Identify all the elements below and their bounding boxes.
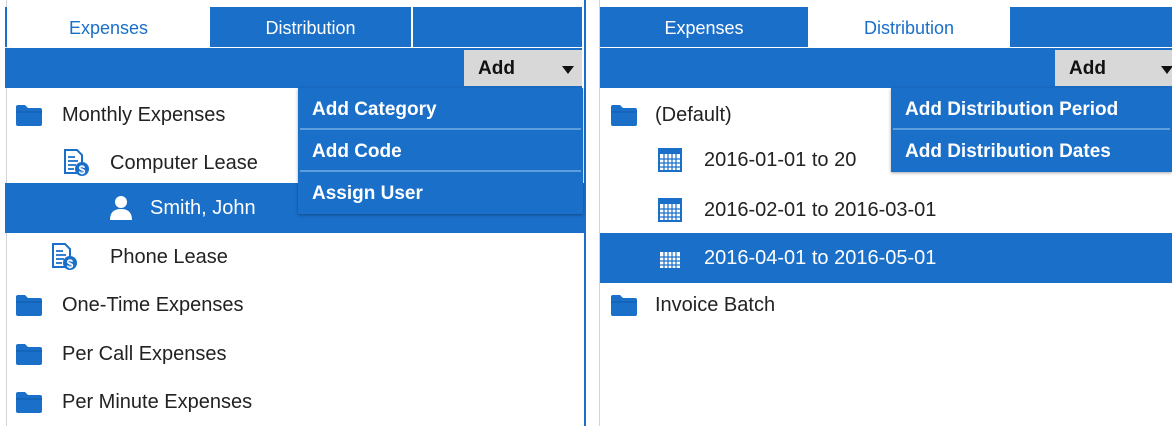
calendar-icon [658,246,682,270]
tree-item-label: (Default) [655,104,732,126]
chevron-down-icon [562,66,574,74]
tab-bar: Expenses Distribution [5,7,582,47]
add-button-label: Add [478,58,515,79]
tab-distribution[interactable]: Distribution [808,7,1010,47]
add-dropdown-button[interactable]: Add [1055,50,1172,86]
document-dollar-icon [51,243,77,271]
calendar-icon [658,198,682,222]
add-dropdown-button[interactable]: Add [464,50,582,86]
tree-item-invoice-batch[interactable]: Invoice Batch [600,280,1172,330]
tree-item-label: Per Minute Expenses [62,391,253,413]
tree-item-label: Invoice Batch [655,294,776,316]
panel-right-border [584,0,586,426]
folder-icon [610,293,638,317]
tree-item-label: 2016-04-01 to 2016-05-01 [704,247,937,269]
tree-item-label: Smith, John [150,197,256,219]
calendar-icon [658,148,682,172]
tree-item-per-minute-expenses[interactable]: Per Minute Expenses [5,377,584,426]
toolbar: Add [600,48,1172,88]
tree-item-per-call-expenses[interactable]: Per Call Expenses [5,329,584,379]
tree-item-label: Phone Lease [110,246,228,268]
tab-bar: Expenses Distribution [600,7,1172,47]
menu-item-add-distribution-dates[interactable]: Add Distribution Dates [893,132,1170,172]
chevron-down-icon [1161,66,1172,74]
folder-icon [15,293,43,317]
tab-separator [411,7,413,47]
toolbar: Add [5,48,582,88]
tree-item-one-time-expenses[interactable]: One-Time Expenses [5,280,584,330]
tab-distribution[interactable]: Distribution [210,7,411,47]
add-dropdown-menu: Add Distribution Period Add Distribution… [891,88,1172,172]
tree-item-period-2016-04[interactable]: 2016-04-01 to 2016-05-01 [600,233,1172,283]
tree-item-label: Per Call Expenses [62,343,227,365]
user-icon [109,195,133,221]
add-button-label: Add [1069,58,1106,79]
folder-icon [15,390,43,414]
tree-item-label: One-Time Expenses [62,294,244,316]
tab-expenses[interactable]: Expenses [7,7,210,47]
tree-item-label: 2016-02-01 to 2016-03-01 [704,199,937,221]
tree-item-period-2016-02[interactable]: 2016-02-01 to 2016-03-01 [600,185,1172,235]
folder-icon [15,342,43,366]
menu-item-add-code[interactable]: Add Code [300,132,581,172]
folder-icon [15,103,43,127]
tree-item-label: Computer Lease [110,152,258,174]
menu-item-assign-user[interactable]: Assign User [300,174,581,214]
tree-item-label: Monthly Expenses [62,104,226,126]
tree-item-phone-lease[interactable]: Phone Lease [5,232,584,282]
distribution-panel: Expenses Distribution Add (Default) 2016… [595,0,1172,426]
document-dollar-icon [63,149,89,177]
tree-item-label: 2016-01-01 to 20 [704,149,857,171]
menu-item-add-distribution-period[interactable]: Add Distribution Period [893,90,1170,130]
menu-item-add-category[interactable]: Add Category [300,90,581,130]
folder-icon [610,103,638,127]
tab-expenses[interactable]: Expenses [600,7,808,47]
expense-categories-panel: Expenses Distribution Add Monthly Expens… [0,0,587,426]
add-dropdown-menu: Add Category Add Code Assign User [298,88,583,214]
